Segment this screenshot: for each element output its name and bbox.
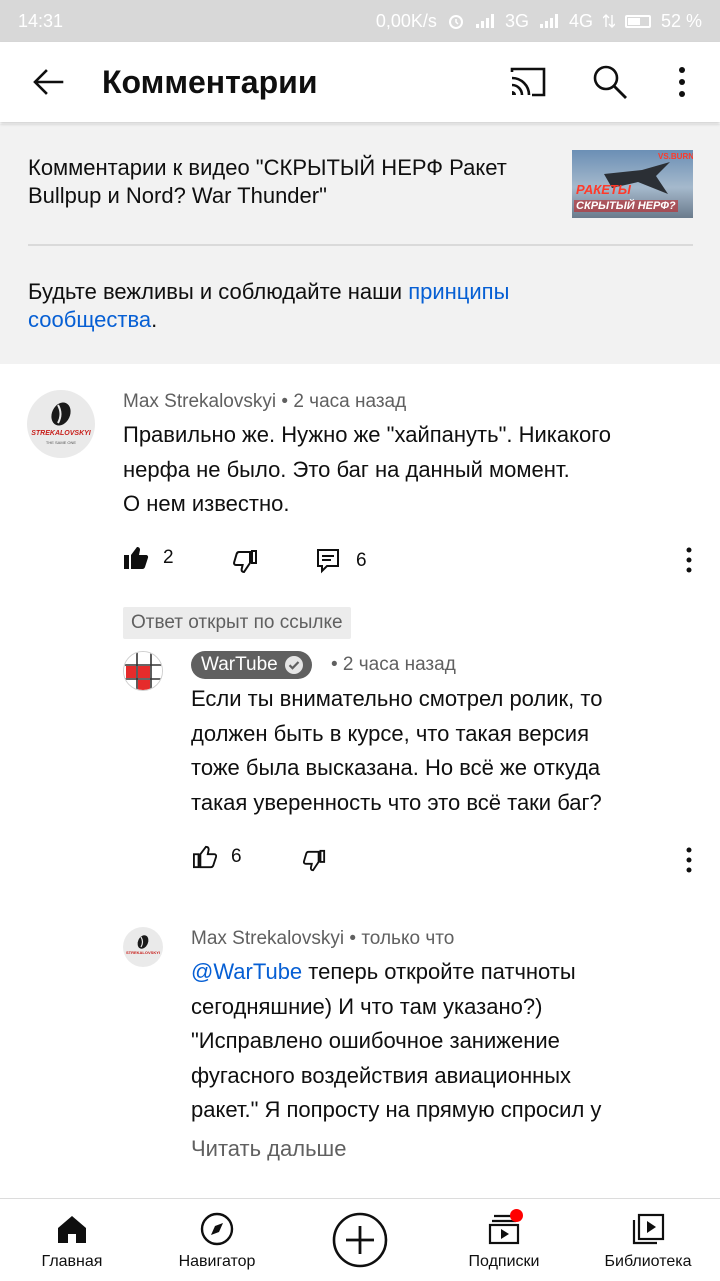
guidelines-end: . [151, 307, 158, 332]
comments-header: Комментарии к видео "СКРЫТЫЙ НЕРФ Ракет … [0, 124, 720, 364]
like-count: 2 [163, 547, 174, 568]
thumb-channel-text: VS.BURNER [658, 152, 693, 161]
reply-author[interactable]: Max Strekalovskyi [191, 928, 344, 949]
reply-line: должен быть в курсе, что такая версия [191, 720, 590, 746]
nav-home[interactable]: Главная [22, 1199, 122, 1281]
top-app-bar: Комментарии [0, 42, 720, 122]
comment-menu-icon[interactable] [684, 846, 694, 874]
channel-owner-badge[interactable]: WarTube [191, 651, 312, 679]
coffee-bean-logo-icon [51, 402, 71, 426]
comment-text: Правильно же. Нужно же "хайпануть". Ника… [123, 418, 693, 522]
coffee-bean-logo-icon [137, 935, 149, 949]
nav-label: Библиотека [604, 1253, 692, 1270]
read-more-link[interactable]: Читать дальше [191, 1136, 346, 1162]
bottom-navigation: Главная Навигатор Подписки Библиотека [0, 1198, 720, 1281]
reply-line: фугасного воздействия авиационных [191, 1062, 572, 1088]
avatar[interactable] [27, 390, 95, 458]
guidelines-text: Будьте вежливы и соблюдайте наши [28, 279, 409, 304]
more-vert-icon[interactable] [668, 64, 696, 100]
comment-line: Правильно же. Нужно же "хайпануть". Ника… [123, 422, 612, 447]
reply-time: • только что [349, 928, 455, 949]
reply-time: • 2 часа назад [331, 654, 456, 675]
reply-line: Если ты внимательно смотрел ролик, то [191, 686, 603, 711]
comment-menu-icon[interactable] [684, 546, 694, 574]
net-3g: 3G [504, 10, 529, 31]
signal-icon [475, 14, 494, 28]
nav-explore[interactable]: Навигатор [162, 1199, 272, 1281]
nav-create[interactable] [330, 1199, 390, 1281]
compass-icon [200, 1212, 234, 1246]
reply-button[interactable]: 6 [316, 548, 367, 574]
reply-line: такая уверенность что это всё таки баг? [191, 789, 602, 815]
reply-text: @WarTube теперь откройте патчноты сегодн… [191, 955, 701, 1128]
dislike-button[interactable] [302, 849, 326, 873]
back-arrow-icon[interactable] [30, 64, 66, 100]
linked-reply-badge: Ответ открыт по ссылке [123, 607, 351, 639]
nav-library[interactable]: Библиотека [598, 1199, 698, 1281]
verified-check-icon [284, 656, 303, 674]
comment-line: О нем известно. [123, 491, 290, 516]
battery-percent: 52 % [660, 10, 702, 31]
avatar[interactable] [123, 927, 163, 967]
avatar-sublabel: THE SAME ONE [45, 440, 77, 445]
alarm-icon [448, 15, 463, 29]
library-icon [632, 1213, 665, 1245]
video-thumbnail[interactable]: VS.BURNER РАКЕТЫ СКРЫТЫЙ НЕРФ? [572, 150, 693, 218]
notification-dot [510, 1209, 523, 1222]
page-title: Комментарии [102, 64, 318, 100]
nav-label: Главная [41, 1253, 103, 1270]
create-plus-icon [332, 1212, 388, 1268]
like-count: 6 [231, 846, 242, 867]
cast-icon[interactable] [508, 64, 548, 100]
thumb-up-filled-icon [124, 547, 149, 569]
thumb-text-2: СКРЫТЫЙ НЕРФ? [574, 200, 678, 212]
comment-meta: Max Strekalovskyi • 2 часа назад [123, 391, 406, 413]
nav-label: Подписки [468, 1253, 540, 1270]
reply-line: сегодняшние) И что там указано?) [191, 993, 543, 1019]
comment-line: нерфа не было. Это баг на данный момент. [123, 456, 570, 482]
divider [28, 244, 693, 246]
reply-text: Если ты внимательно смотрел ролик, то до… [191, 682, 691, 820]
net-4g: 4G [568, 10, 593, 31]
net-speed: 0,00K/s [375, 10, 437, 31]
thumb-up-icon [193, 845, 217, 869]
nav-subscriptions[interactable]: Подписки [454, 1199, 554, 1281]
status-bar: 14:31 0,00K/s 3G 4G 52 % [0, 0, 720, 42]
avatar[interactable] [123, 651, 163, 691]
nav-label: Навигатор [178, 1253, 256, 1270]
home-icon [58, 1216, 86, 1243]
mention-link[interactable]: @WarTube [191, 959, 302, 984]
battery-icon [624, 14, 651, 28]
video-title[interactable]: Комментарии к видео "СКРЫТЫЙ НЕРФ Ракет … [28, 154, 568, 210]
reply-comment-icon [317, 549, 339, 574]
reply-line: тоже была высказана. Но всё же откуда [191, 755, 601, 780]
reply-count: 6 [356, 550, 367, 571]
reply-line: ракет." Я попросту на прямую спросил у [191, 1097, 602, 1122]
grid-logo-icon [124, 652, 162, 690]
status-time: 14:31 [18, 10, 64, 31]
guidelines-notice: Будьте вежливы и соблюдайте наши принцип… [28, 278, 628, 334]
avatar-label: STREKALOVSKYI [31, 430, 91, 437]
like-button[interactable]: 2 [123, 545, 174, 571]
signal-icon [539, 14, 558, 28]
reply-line: "Исправлено ошибочное занижение [191, 1028, 560, 1053]
dislike-button[interactable] [232, 549, 258, 575]
comment-author[interactable]: Max Strekalovskyi [123, 391, 276, 412]
like-button[interactable]: 6 [193, 845, 242, 869]
thumb-text-1: РАКЕТЫ [576, 182, 631, 197]
avatar-label: STREKALOVSKYI [125, 950, 160, 955]
reply-author: WarTube [201, 654, 278, 675]
search-icon[interactable] [592, 64, 628, 100]
reply-line: теперь откройте патчноты [302, 959, 576, 984]
reply-meta: Max Strekalovskyi • только что [191, 928, 454, 950]
comment-time: • 2 часа назад [281, 391, 407, 412]
data-arrows-icon [602, 14, 615, 28]
